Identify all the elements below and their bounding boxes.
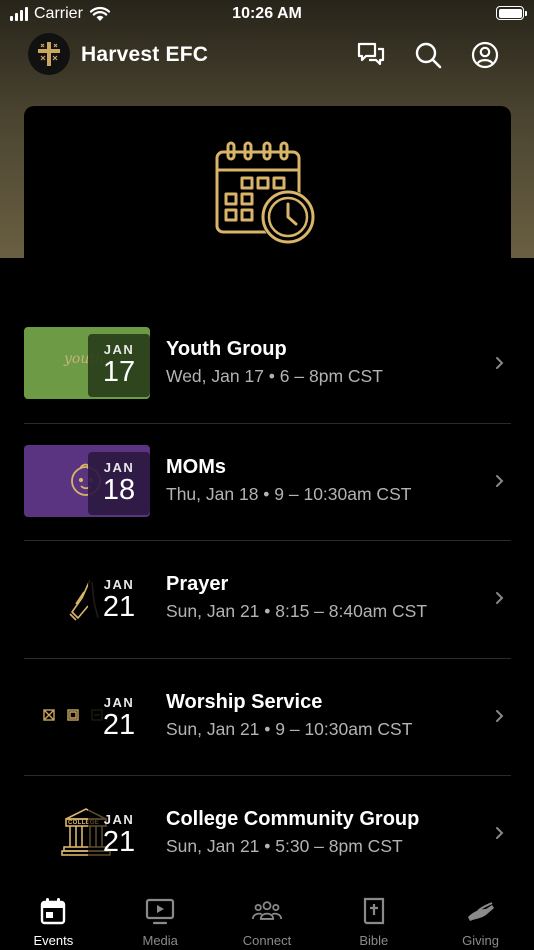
event-datetime: Sun, Jan 21 • 9 – 10:30am CST (166, 718, 413, 739)
chevron-right-icon (496, 474, 504, 487)
event-thumbnail: JAN 21 (24, 562, 150, 634)
chevron-right-icon (496, 709, 504, 722)
date-badge: JAN 21 (88, 569, 150, 632)
tab-giving[interactable]: Giving (427, 884, 534, 950)
date-day: 18 (102, 473, 136, 506)
date-day: 21 (102, 826, 136, 858)
tab-label: Connect (242, 933, 292, 948)
search-icon[interactable] (413, 40, 443, 70)
tv-play-icon (145, 896, 175, 926)
tab-events[interactable]: Events (0, 884, 107, 950)
date-month: JAN (103, 694, 135, 710)
chevron-right-icon (496, 592, 504, 604)
event-title: Prayer (166, 573, 229, 595)
battery-icon (496, 6, 527, 20)
date-day: 21 (102, 708, 136, 741)
status-time: 10:26 AM (232, 5, 302, 22)
giving-hand-icon (466, 896, 496, 926)
date-month: JAN (103, 812, 135, 827)
tab-bar: Events Media Connect Bible Giving (0, 884, 534, 950)
date-month: JAN (103, 342, 135, 357)
app-header: Harvest EFC (0, 32, 534, 76)
event-datetime: Sun, Jan 21 • 5:30 – 8pm CST (166, 836, 403, 856)
event-row-college-community-group[interactable]: COLLEGE JAN 21 College Community Group S… (24, 776, 511, 894)
chat-icon[interactable] (356, 40, 386, 70)
date-badge: JAN 21 (88, 686, 150, 750)
date-month: JAN (103, 459, 135, 475)
event-row-youth-group[interactable]: youth JAN 17 Youth Group Wed, Jan 17 • 6… (24, 306, 511, 424)
event-title: Youth Group (166, 338, 287, 360)
tab-label: Events (33, 933, 74, 948)
event-title: College Community Group (166, 808, 420, 830)
date-month: JAN (103, 577, 135, 592)
tab-label: Media (142, 933, 178, 948)
cross-logo-icon (38, 42, 60, 66)
event-title: Worship Service (166, 690, 323, 713)
event-thumbnail: JAN 18 (24, 444, 150, 517)
date-badge: JAN 21 (88, 804, 150, 867)
account-icon[interactable] (470, 40, 500, 70)
hero-card (24, 106, 511, 296)
event-thumbnail: JAN 21 (24, 679, 150, 752)
event-thumbnail: youth JAN 17 (24, 327, 150, 399)
event-datetime: Wed, Jan 17 • 6 – 8pm CST (166, 366, 383, 386)
chevron-right-icon (496, 357, 504, 369)
date-day: 21 (102, 591, 136, 623)
tab-connect[interactable]: Connect (214, 884, 321, 950)
calendar-icon (38, 896, 68, 926)
tab-bible[interactable]: Bible (320, 884, 427, 950)
chevron-right-icon (496, 827, 504, 839)
app-title: Harvest EFC (81, 43, 209, 66)
event-datetime: Sun, Jan 21 • 8:15 – 8:40am CST (166, 601, 428, 621)
bible-icon (359, 896, 389, 926)
tab-media[interactable]: Media (107, 884, 214, 950)
event-list: youth JAN 17 Youth Group Wed, Jan 17 • 6… (24, 306, 511, 894)
calendar-clock-icon (215, 141, 315, 244)
event-row-worship-service[interactable]: JAN 21 Worship Service Sun, Jan 21 • 9 –… (24, 659, 511, 776)
status-bar: Carrier 10:26 AM (0, 0, 534, 30)
date-badge: JAN 18 (88, 451, 150, 515)
event-row-prayer[interactable]: JAN 21 Prayer Sun, Jan 21 • 8:15 – 8:40a… (24, 541, 511, 659)
church-logo[interactable] (28, 33, 70, 75)
date-day: 17 (102, 356, 136, 388)
date-badge: JAN 17 (88, 334, 150, 397)
event-row-moms[interactable]: JAN 18 MOMs Thu, Jan 18 • 9 – 10:30am CS… (24, 424, 511, 541)
event-thumbnail: COLLEGE JAN 21 (24, 797, 150, 869)
people-icon (251, 896, 282, 926)
tab-label: Bible (359, 933, 389, 948)
event-datetime: Thu, Jan 18 • 9 – 10:30am CST (166, 483, 412, 504)
event-title: MOMs (166, 455, 226, 478)
tab-label: Giving (462, 933, 500, 948)
